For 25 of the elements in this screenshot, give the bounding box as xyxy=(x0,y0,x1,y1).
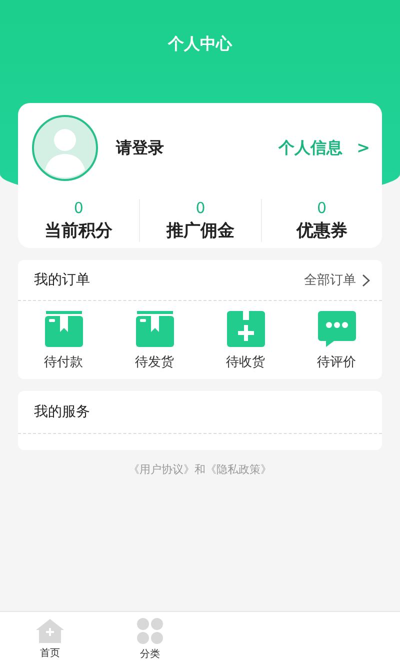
tab-button[interactable]: 首页 xyxy=(0,612,100,666)
all-orders-link[interactable]: 全部订单 xyxy=(304,271,370,289)
avatar-icon xyxy=(32,115,98,181)
box-icon xyxy=(44,311,82,347)
box-plus-icon xyxy=(226,311,264,347)
chat-icon xyxy=(318,311,356,347)
stat-label: 优惠券 xyxy=(296,220,348,242)
order-status-button[interactable]: 待评价 xyxy=(291,311,382,371)
home-icon xyxy=(36,618,64,642)
tab-button[interactable]: 分类 xyxy=(100,612,200,666)
order-status-button[interactable]: 待收货 xyxy=(200,311,291,371)
section-title: 我的服务 xyxy=(34,403,90,421)
login-prompt[interactable]: 请登录 xyxy=(116,138,279,158)
box-icon xyxy=(136,311,174,347)
stat-label: 当前积分 xyxy=(44,220,113,242)
order-status-button[interactable]: 待付款 xyxy=(18,311,109,371)
order-status-button[interactable]: 待发货 xyxy=(109,311,200,371)
stat-value: 0 xyxy=(74,199,84,217)
grid-icon xyxy=(137,618,163,644)
page-title: 个人中心 xyxy=(168,34,232,55)
section-title: 我的订单 xyxy=(34,271,90,289)
stat-value: 0 xyxy=(196,199,206,217)
stat-value: 0 xyxy=(317,199,327,217)
stat-label: 推广佣金 xyxy=(166,220,234,242)
chevron-right-icon xyxy=(362,274,370,286)
